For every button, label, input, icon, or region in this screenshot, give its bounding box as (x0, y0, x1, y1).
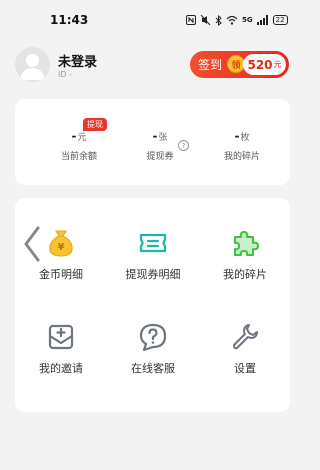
svg-text:¥: ¥ (58, 242, 65, 253)
user-id: ID - (58, 70, 72, 79)
menu-item-invite[interactable]: 我的邀请 (16, 322, 106, 376)
checkin-label: 签到 (198, 58, 223, 72)
mute-icon (200, 15, 211, 25)
status-icons: 5G 22 (186, 13, 288, 27)
puzzle-icon (230, 228, 260, 258)
battery-icon: 22 (272, 15, 288, 25)
stat-fragments[interactable]: -枚 我的碎片 (202, 129, 282, 162)
username[interactable]: 未登录 (58, 51, 97, 70)
avatar[interactable] (15, 47, 50, 82)
stat-balance[interactable]: -元 当前余额 (39, 129, 119, 162)
bluetooth-icon (215, 14, 222, 26)
stat-label: 我的碎片 (223, 152, 260, 162)
question-bubble-icon (138, 322, 168, 352)
stat-value: -张 (152, 129, 168, 143)
menu-item-label: 在线客服 (131, 362, 175, 375)
invite-icon (46, 322, 76, 352)
menu-item-label: 金币明细 (39, 268, 83, 281)
help-icon[interactable]: ? (178, 140, 189, 151)
bottom-nav-edge (0, 456, 305, 470)
menu-item-coupon-detail[interactable]: 提现券明细 (108, 228, 198, 282)
wallet-card: 提现 -元 当前余额 -张 提现券 ? -枚 我的碎片 (15, 99, 290, 185)
nfc-icon (186, 15, 196, 25)
stat-value: -元 (71, 129, 87, 143)
back-arrow-icon[interactable] (20, 224, 46, 264)
money-bag-icon: ¥ (46, 228, 76, 258)
checkin-unit: 元 (273, 60, 282, 69)
menu-item-label: 我的碎片 (223, 268, 267, 281)
status-time: 11:43 (50, 13, 89, 27)
stat-value: -枚 (234, 129, 250, 143)
stat-label: 提现券 (146, 152, 174, 162)
menu-card: ¥ 金币明细 提现券明细 我的碎片 我的邀请 在线客服 设置 (15, 198, 290, 412)
signal-icon (256, 15, 269, 25)
wrench-icon (230, 322, 260, 352)
default-avatar-icon (20, 54, 45, 80)
menu-item-customer-service[interactable]: 在线客服 (108, 322, 198, 376)
status-bar: 11:43 5G 22 (0, 0, 305, 38)
ticket-icon (138, 228, 168, 258)
menu-item-label: 提现券明细 (125, 268, 181, 281)
menu-item-settings[interactable]: 设置 (200, 322, 290, 376)
checkin-button[interactable]: 签到 领 520 元 (190, 51, 289, 78)
checkin-amount: 520 (247, 57, 273, 72)
menu-item-label: 设置 (234, 362, 256, 375)
network-label: 5G (242, 16, 253, 24)
menu-item-fragments[interactable]: 我的碎片 (200, 228, 290, 282)
menu-item-label: 我的邀请 (39, 362, 83, 375)
wifi-icon (226, 15, 238, 25)
checkin-reward: 520 元 (243, 54, 286, 75)
stat-label: 当前余额 (60, 152, 97, 162)
